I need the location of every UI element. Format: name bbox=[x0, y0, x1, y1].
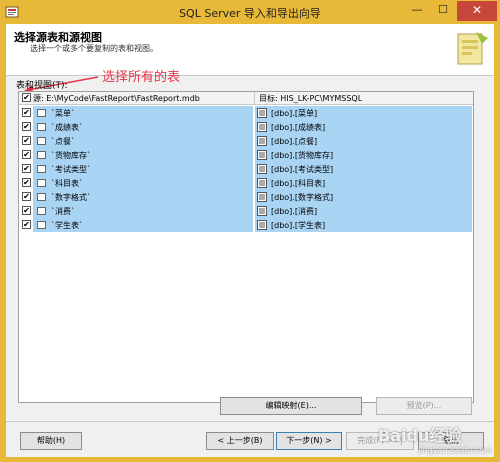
wizard-banner-icon bbox=[457, 32, 488, 65]
watermark-brand: Baidu经验 bbox=[378, 426, 462, 445]
destination-table-icon bbox=[257, 206, 267, 216]
destination-table-name[interactable]: [dbo].[菜单] bbox=[271, 108, 317, 119]
watermark-url: jingyan.baidu.com bbox=[418, 446, 492, 455]
baidu-watermark: Baidu经验 jingyan.baidu.com bbox=[378, 422, 498, 462]
preview-button[interactable]: 预览(P)... bbox=[376, 397, 472, 415]
table-row[interactable]: ✔ `科目表` [dbo].[科目表] bbox=[19, 176, 473, 190]
tables-views-label: 表和视图(T): bbox=[16, 81, 68, 91]
table-row[interactable]: ✔ `菜单` [dbo].[菜单] bbox=[19, 106, 473, 120]
destination-table-icon bbox=[257, 150, 267, 160]
minimize-button[interactable]: — bbox=[404, 1, 430, 21]
destination-column-header[interactable]: 目标: HIS_LK-PC\MYMSSQL bbox=[259, 93, 362, 104]
page-subtitle: 选择一个或多个要复制的表和视图。 bbox=[30, 44, 158, 53]
edit-mappings-button[interactable]: 编辑映射(E)... bbox=[220, 397, 362, 415]
destination-table-name[interactable]: [dbo].[点餐] bbox=[271, 136, 317, 147]
back-button[interactable]: < 上一步(B) bbox=[206, 432, 274, 450]
maximize-button[interactable]: ☐ bbox=[430, 1, 456, 21]
destination-table-name[interactable]: [dbo].[成绩表] bbox=[271, 122, 325, 133]
destination-table-name[interactable]: [dbo].[考试类型] bbox=[271, 164, 333, 175]
select-all-checkbox[interactable]: ✔ bbox=[22, 93, 31, 102]
tables-grid[interactable]: ✔ 源: E:\MyCode\FastReport\FastReport.mdb… bbox=[18, 91, 474, 403]
wizard-client-area: 选择源表和源视图 选择一个或多个要复制的表和视图。 选择所有的表 表和视图(T)… bbox=[6, 24, 494, 457]
destination-table-name[interactable]: [dbo].[科目表] bbox=[271, 178, 325, 189]
destination-table-icon bbox=[257, 108, 267, 118]
table-icon bbox=[37, 165, 46, 173]
source-table-name: `学生表` bbox=[51, 221, 83, 230]
close-button[interactable]: ✕ bbox=[457, 1, 497, 21]
row-checkbox[interactable]: ✔ bbox=[22, 164, 31, 173]
grid-header: ✔ 源: E:\MyCode\FastReport\FastReport.mdb… bbox=[19, 92, 473, 105]
table-row[interactable]: ✔ `学生表` [dbo].[学生表] bbox=[19, 218, 473, 232]
destination-table-icon bbox=[257, 164, 267, 174]
table-icon bbox=[37, 151, 46, 159]
table-icon bbox=[37, 123, 46, 131]
row-checkbox[interactable]: ✔ bbox=[22, 178, 31, 187]
table-icon bbox=[37, 221, 46, 229]
source-table-name: `消费` bbox=[51, 207, 75, 216]
destination-table-icon bbox=[257, 220, 267, 230]
row-checkbox[interactable]: ✔ bbox=[22, 122, 31, 131]
row-checkbox[interactable]: ✔ bbox=[22, 108, 31, 117]
destination-table-icon bbox=[257, 178, 267, 188]
table-icon bbox=[37, 137, 46, 145]
table-row[interactable]: ✔ `成绩表` [dbo].[成绩表] bbox=[19, 120, 473, 134]
destination-table-name[interactable]: [dbo].[货物库存] bbox=[271, 150, 333, 161]
next-button[interactable]: 下一步(N) > bbox=[276, 432, 342, 450]
source-table-name: `货物库存` bbox=[51, 151, 91, 160]
source-column-header[interactable]: 源: E:\MyCode\FastReport\FastReport.mdb bbox=[33, 93, 253, 104]
help-button[interactable]: 帮助(H) bbox=[20, 432, 82, 450]
table-row[interactable]: ✔ `货物库存` [dbo].[货物库存] bbox=[19, 148, 473, 162]
wizard-header: 选择源表和源视图 选择一个或多个要复制的表和视图。 bbox=[6, 24, 494, 76]
table-icon bbox=[37, 109, 46, 117]
destination-table-icon bbox=[257, 192, 267, 202]
row-checkbox[interactable]: ✔ bbox=[22, 150, 31, 159]
annotation-label: 选择所有的表 bbox=[102, 70, 181, 85]
table-row[interactable]: ✔ `数字格式` [dbo].[数字格式] bbox=[19, 190, 473, 204]
row-checkbox[interactable]: ✔ bbox=[22, 206, 31, 215]
source-table-name: `成绩表` bbox=[51, 123, 83, 132]
title-bar[interactable]: SQL Server 导入和导出向导 — ☐ ✕ bbox=[0, 0, 500, 24]
destination-table-icon bbox=[257, 136, 267, 146]
row-checkbox[interactable]: ✔ bbox=[22, 192, 31, 201]
destination-table-name[interactable]: [dbo].[数字格式] bbox=[271, 192, 333, 203]
source-table-name: `科目表` bbox=[51, 179, 83, 188]
source-table-name: `菜单` bbox=[51, 109, 75, 118]
destination-table-name[interactable]: [dbo].[学生表] bbox=[271, 220, 325, 231]
table-row[interactable]: ✔ `点餐` [dbo].[点餐] bbox=[19, 134, 473, 148]
source-table-name: `点餐` bbox=[51, 137, 75, 146]
source-table-name: `考试类型` bbox=[51, 165, 91, 174]
table-icon bbox=[37, 179, 46, 187]
table-row[interactable]: ✔ `考试类型` [dbo].[考试类型] bbox=[19, 162, 473, 176]
column-divider[interactable] bbox=[254, 92, 255, 105]
wizard-window: SQL Server 导入和导出向导 — ☐ ✕ 选择源表和源视图 选择一个或多… bbox=[0, 0, 500, 462]
source-table-name: `数字格式` bbox=[51, 193, 91, 202]
table-icon bbox=[37, 193, 46, 201]
destination-table-name[interactable]: [dbo].[消费] bbox=[271, 206, 317, 217]
row-checkbox[interactable]: ✔ bbox=[22, 136, 31, 145]
table-icon bbox=[37, 207, 46, 215]
table-row[interactable]: ✔ `消费` [dbo].[消费] bbox=[19, 204, 473, 218]
destination-table-icon bbox=[257, 122, 267, 132]
row-checkbox[interactable]: ✔ bbox=[22, 220, 31, 229]
